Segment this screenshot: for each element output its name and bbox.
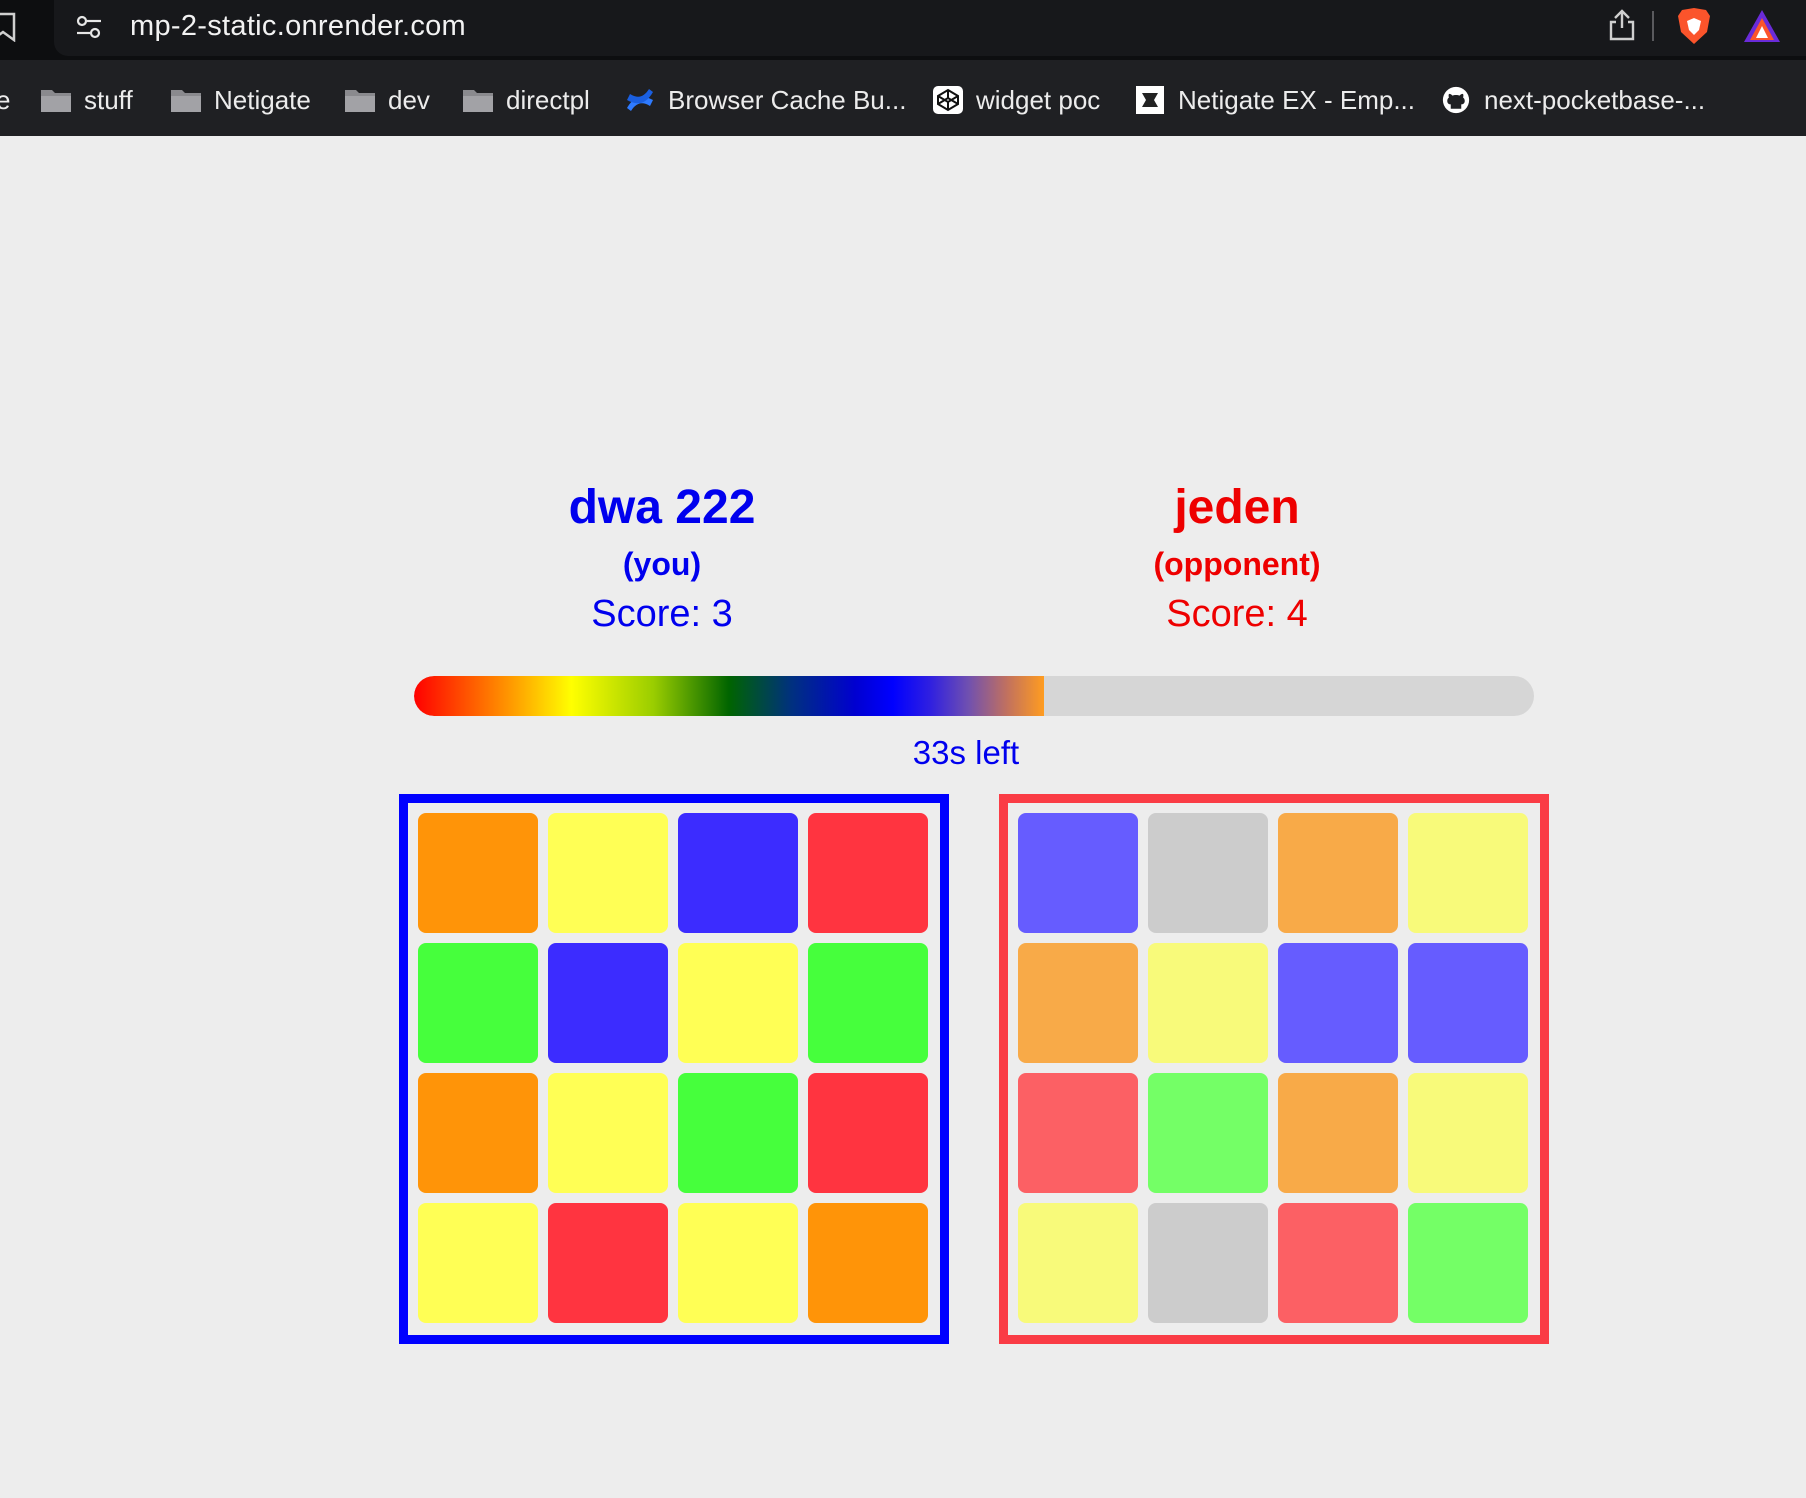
bookmark-netigate[interactable]: Netigate — [170, 78, 311, 122]
brave-shields-icon[interactable] — [1676, 6, 1712, 46]
github-icon — [1442, 86, 1470, 114]
bookmark-netigate-ex[interactable]: Netigate EX - Emp... — [1134, 78, 1415, 122]
player-board — [399, 794, 949, 1344]
netigate-icon — [1136, 86, 1164, 114]
bookmark-label: stuff — [84, 84, 133, 115]
opponent-tile — [1148, 943, 1268, 1063]
browser-chrome: mp-2-static.onrender.com e stuff Netigat… — [0, 0, 1806, 136]
folder-icon — [463, 90, 493, 112]
bookmark-widget-poc[interactable]: widget poc — [932, 78, 1100, 122]
bookmark-item[interactable]: e — [0, 78, 10, 122]
bookmark-dev[interactable]: dev — [344, 78, 430, 122]
bookmark-page-icon[interactable] — [0, 12, 18, 42]
opponent-tile — [1018, 1073, 1138, 1193]
opponent-tile — [1148, 1073, 1268, 1193]
address-bar-row: mp-2-static.onrender.com — [0, 0, 1806, 60]
confluence-icon — [627, 89, 653, 111]
player-tile[interactable] — [808, 1073, 928, 1193]
bookmark-directpl[interactable]: directpl — [462, 78, 590, 122]
bookmark-label: Netigate EX - Emp... — [1178, 84, 1415, 115]
opponent-tile — [1408, 943, 1528, 1063]
bookmark-label: widget poc — [976, 84, 1101, 115]
opponent-tile — [1018, 813, 1138, 933]
player-tile[interactable] — [808, 813, 928, 933]
opponent-tile — [1148, 813, 1268, 933]
opponent-tile — [1148, 1203, 1268, 1323]
opponent-name: jeden — [1174, 481, 1300, 534]
opponent-board — [999, 794, 1549, 1344]
player-score: Score: 3 — [591, 593, 733, 635]
codepen-icon — [933, 86, 963, 114]
player-you-panel: dwa 222 (you) Score: 3 — [512, 478, 812, 638]
opponent-role: (opponent) — [1153, 546, 1321, 582]
bookmark-label: Netigate — [214, 84, 311, 115]
site-settings-icon[interactable] — [74, 12, 104, 42]
player-tile[interactable] — [548, 813, 668, 933]
player-tile[interactable] — [548, 1203, 668, 1323]
opponent-tile — [1278, 1203, 1398, 1323]
opponent-tile — [1018, 943, 1138, 1063]
url-box[interactable]: mp-2-static.onrender.com — [54, 0, 1806, 56]
bookmark-label: Browser Cache Bu... — [668, 84, 907, 115]
player-tile[interactable] — [418, 943, 538, 1063]
bookmark-label: next-pocketbase-... — [1484, 84, 1706, 115]
player-tile[interactable] — [678, 1073, 798, 1193]
opponent-tile — [1408, 1073, 1528, 1193]
bookmark-browser-cache[interactable]: Browser Cache Bu... — [624, 78, 906, 122]
player-tile[interactable] — [678, 1203, 798, 1323]
timer-progress-bar — [414, 676, 1534, 716]
player-tile[interactable] — [418, 1203, 538, 1323]
url-text[interactable]: mp-2-static.onrender.com — [130, 10, 466, 43]
player-tile[interactable] — [548, 1073, 668, 1193]
bookmark-label: e — [0, 84, 11, 115]
player-opponent-panel: jeden (opponent) Score: 4 — [1087, 478, 1387, 638]
bookmark-label: dev — [388, 84, 430, 115]
time-left-label: 33s left — [912, 734, 1020, 771]
timer-progress-fill — [414, 676, 1044, 716]
share-icon[interactable] — [1606, 8, 1638, 42]
folder-icon — [345, 90, 375, 112]
player-tile[interactable] — [678, 813, 798, 933]
player-tile[interactable] — [418, 1073, 538, 1193]
opponent-tile — [1408, 1203, 1528, 1323]
player-tile[interactable] — [808, 1203, 928, 1323]
bookmark-stuff[interactable]: stuff — [40, 78, 133, 122]
opponent-tile — [1018, 1203, 1138, 1323]
folder-icon — [41, 90, 71, 112]
folder-icon — [171, 90, 201, 112]
player-tile[interactable] — [548, 943, 668, 1063]
opponent-tile — [1278, 813, 1398, 933]
player-role: (you) — [622, 546, 702, 582]
opponent-tile — [1278, 1073, 1398, 1193]
player-tile[interactable] — [678, 943, 798, 1063]
bookmark-label: directpl — [506, 84, 590, 115]
toolbar-divider — [1652, 11, 1654, 41]
player-name: dwa 222 — [568, 481, 756, 534]
bookmark-next-pocketbase[interactable]: next-pocketbase-... — [1440, 78, 1705, 122]
brave-rewards-icon[interactable] — [1742, 8, 1782, 44]
player-tile[interactable] — [808, 943, 928, 1063]
opponent-score: Score: 4 — [1166, 593, 1308, 635]
opponent-tile — [1278, 943, 1398, 1063]
opponent-tile — [1408, 813, 1528, 933]
player-tile[interactable] — [418, 813, 538, 933]
bookmarks-bar: e stuff Netigate dev directpl Browser Ca… — [0, 78, 1806, 122]
